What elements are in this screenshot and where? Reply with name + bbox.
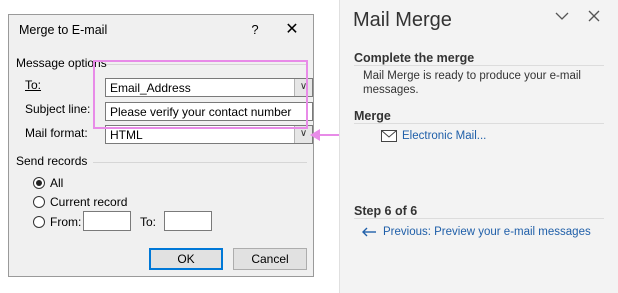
merge-to-email-dialog: Merge to E-mail ? ✕ Message options To: …: [8, 14, 314, 277]
close-icon[interactable]: ✕: [281, 19, 303, 41]
envelope-icon: [381, 130, 397, 142]
radio-from-circle[interactable]: [33, 216, 45, 228]
radio-all-label: All: [50, 176, 64, 190]
to-range-label: To:: [140, 215, 157, 229]
electronic-mail-link[interactable]: Electronic Mail...: [402, 130, 486, 142]
merge-divider: [354, 123, 604, 124]
step-heading: Step 6 of 6: [354, 204, 418, 218]
annotation-arrow-head: [310, 129, 320, 141]
radio-current-label: Current record: [50, 195, 128, 209]
subject-label-text: Subject line:: [25, 102, 91, 116]
mail-merge-pane: Mail Merge Complete the merge Mail Merge…: [339, 0, 618, 293]
radio-all-circle[interactable]: [33, 177, 45, 189]
radio-current-circle[interactable]: [33, 196, 45, 208]
send-records-label: Send records: [16, 154, 88, 168]
close-icon[interactable]: [586, 8, 602, 24]
pane-title: Mail Merge: [353, 9, 452, 31]
fields-highlight-box: [93, 60, 308, 129]
to-label-text: To:: [25, 78, 42, 92]
complete-description: Mail Merge is ready to produce your e-ma…: [363, 70, 581, 96]
previous-step-link[interactable]: Previous: Preview your e-mail messages: [383, 226, 591, 238]
help-button[interactable]: ?: [245, 20, 265, 40]
arrow-left-icon[interactable]: [361, 226, 377, 238]
mail-format-label-text: Mail format:: [25, 126, 88, 140]
from-input[interactable]: [83, 211, 131, 231]
complete-heading: Complete the merge: [354, 51, 475, 65]
to-range-input[interactable]: [164, 211, 212, 231]
mail-format-label: Mail format:: [25, 126, 88, 140]
step-divider: [354, 218, 604, 219]
complete-divider: [354, 65, 604, 66]
chevron-down-icon[interactable]: [554, 8, 570, 24]
dialog-title: Merge to E-mail: [19, 23, 108, 37]
ok-button[interactable]: OK: [149, 248, 223, 270]
cancel-button[interactable]: Cancel: [233, 248, 307, 270]
send-records-divider: [93, 162, 307, 163]
to-label: To:: [25, 78, 41, 92]
merge-heading: Merge: [354, 109, 391, 123]
subject-label: Subject line:: [25, 102, 90, 116]
radio-from-label: From:: [50, 215, 82, 229]
mail-format-combo-value: HTML: [110, 128, 143, 142]
